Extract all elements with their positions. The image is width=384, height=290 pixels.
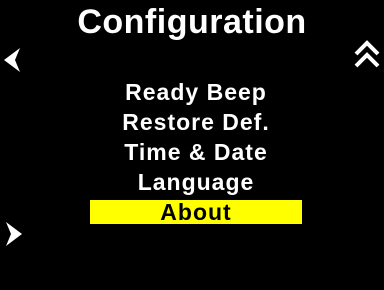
menu-item-language[interactable]: Language [90, 167, 302, 197]
menu-item-time-date[interactable]: Time & Date [90, 137, 302, 167]
device-screen: Configuration Ready Beep Restore Def. Ti… [0, 0, 384, 290]
menu-item-label: Ready Beep [125, 79, 267, 105]
menu-item-label: Language [137, 169, 255, 195]
scroll-up-button[interactable] [353, 40, 381, 70]
menu-item-label: About [160, 199, 232, 225]
screen-title: Configuration [77, 3, 307, 41]
menu-item-ready-beep[interactable]: Ready Beep [90, 77, 302, 107]
next-button[interactable] [4, 222, 22, 246]
menu-item-label: Restore Def. [122, 109, 270, 135]
menu-item-about[interactable]: About [90, 200, 302, 224]
previous-button[interactable] [4, 48, 22, 72]
double-chevron-up-icon [354, 40, 380, 68]
chevron-right-icon [6, 222, 22, 246]
configuration-menu: Ready Beep Restore Def. Time & Date Lang… [90, 77, 302, 224]
menu-item-label: Time & Date [124, 139, 268, 165]
menu-item-restore-defaults[interactable]: Restore Def. [90, 107, 302, 137]
chevron-left-icon [4, 48, 20, 72]
